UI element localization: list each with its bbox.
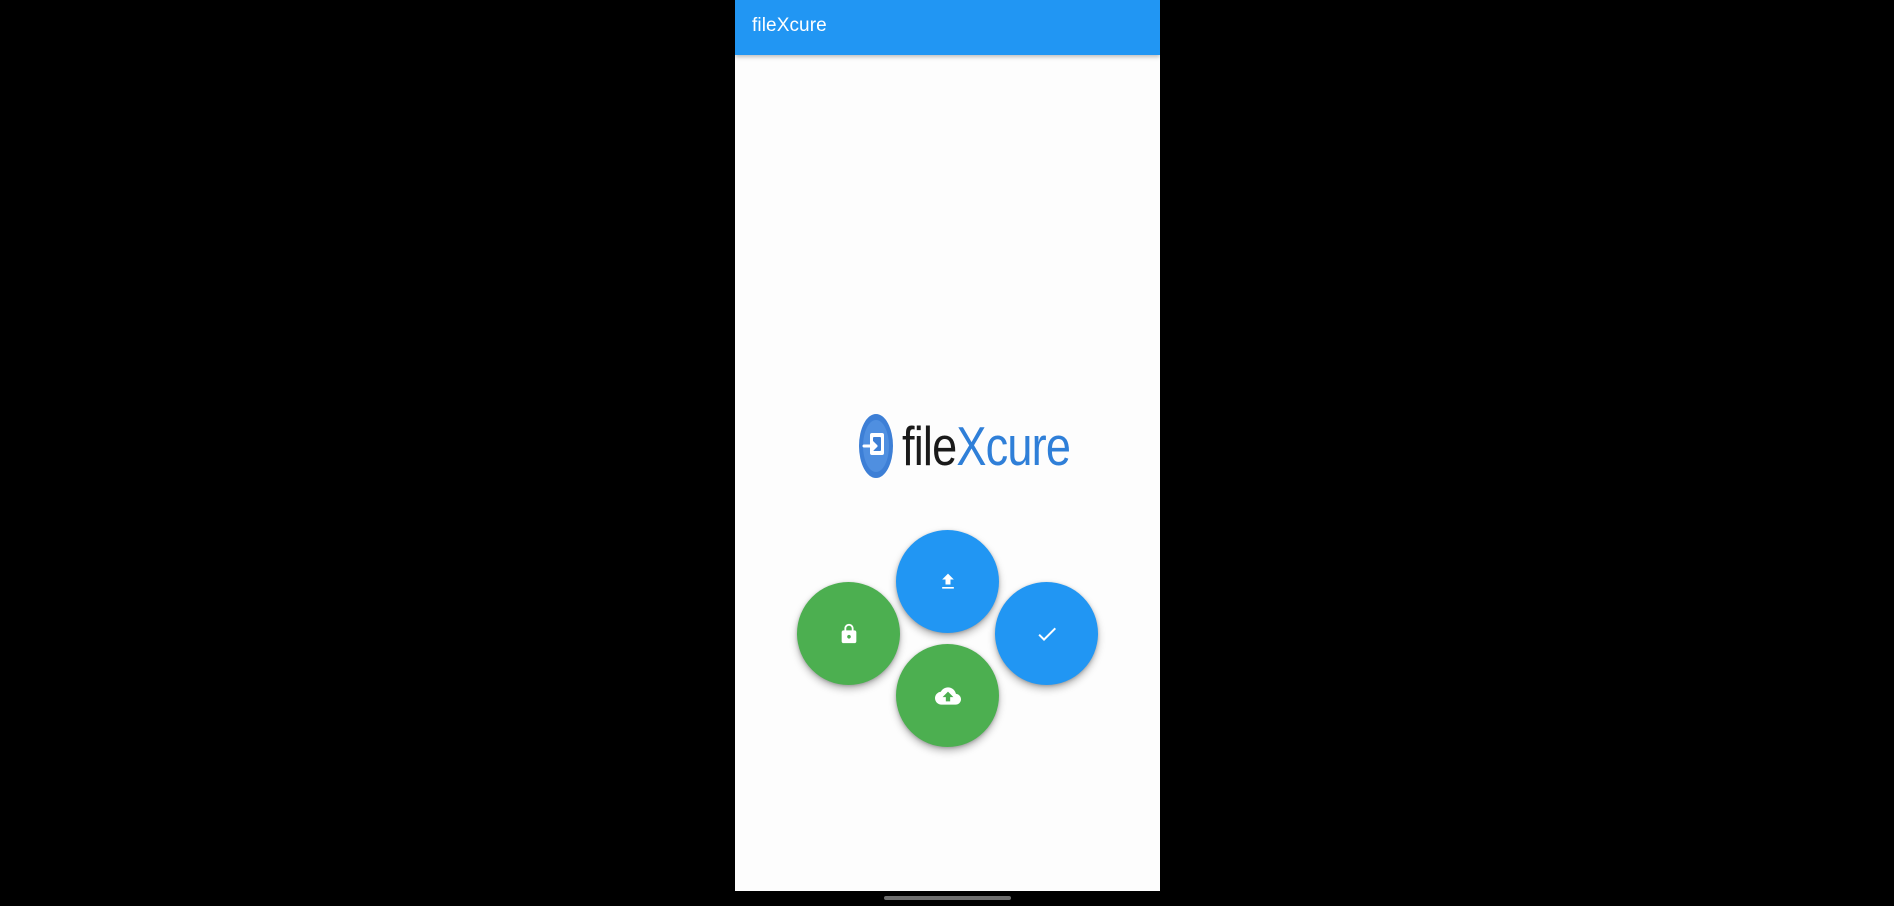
cloud-upload-button[interactable]: [896, 644, 999, 747]
home-indicator[interactable]: [884, 896, 1011, 900]
logo-text-xcure: Xcure: [956, 415, 1071, 477]
upload-icon: [941, 573, 954, 589]
app-bar: fileXcure: [735, 0, 1160, 55]
lock-button[interactable]: [797, 582, 900, 685]
verify-button[interactable]: [995, 582, 1098, 685]
upload-button[interactable]: [896, 530, 999, 633]
logo-text-file: file: [902, 415, 957, 477]
logo-wordmark: fileXcure: [902, 410, 1071, 482]
app-logo: fileXcure: [858, 410, 1071, 482]
check-icon: [1037, 627, 1056, 641]
app-title: fileXcure: [752, 15, 827, 36]
app-screen: fileXcure fileXcure: [735, 0, 1160, 891]
file-transfer-logo-icon: [859, 414, 893, 478]
cloud-upload-icon: [934, 686, 961, 705]
lock-icon: [841, 623, 856, 643]
